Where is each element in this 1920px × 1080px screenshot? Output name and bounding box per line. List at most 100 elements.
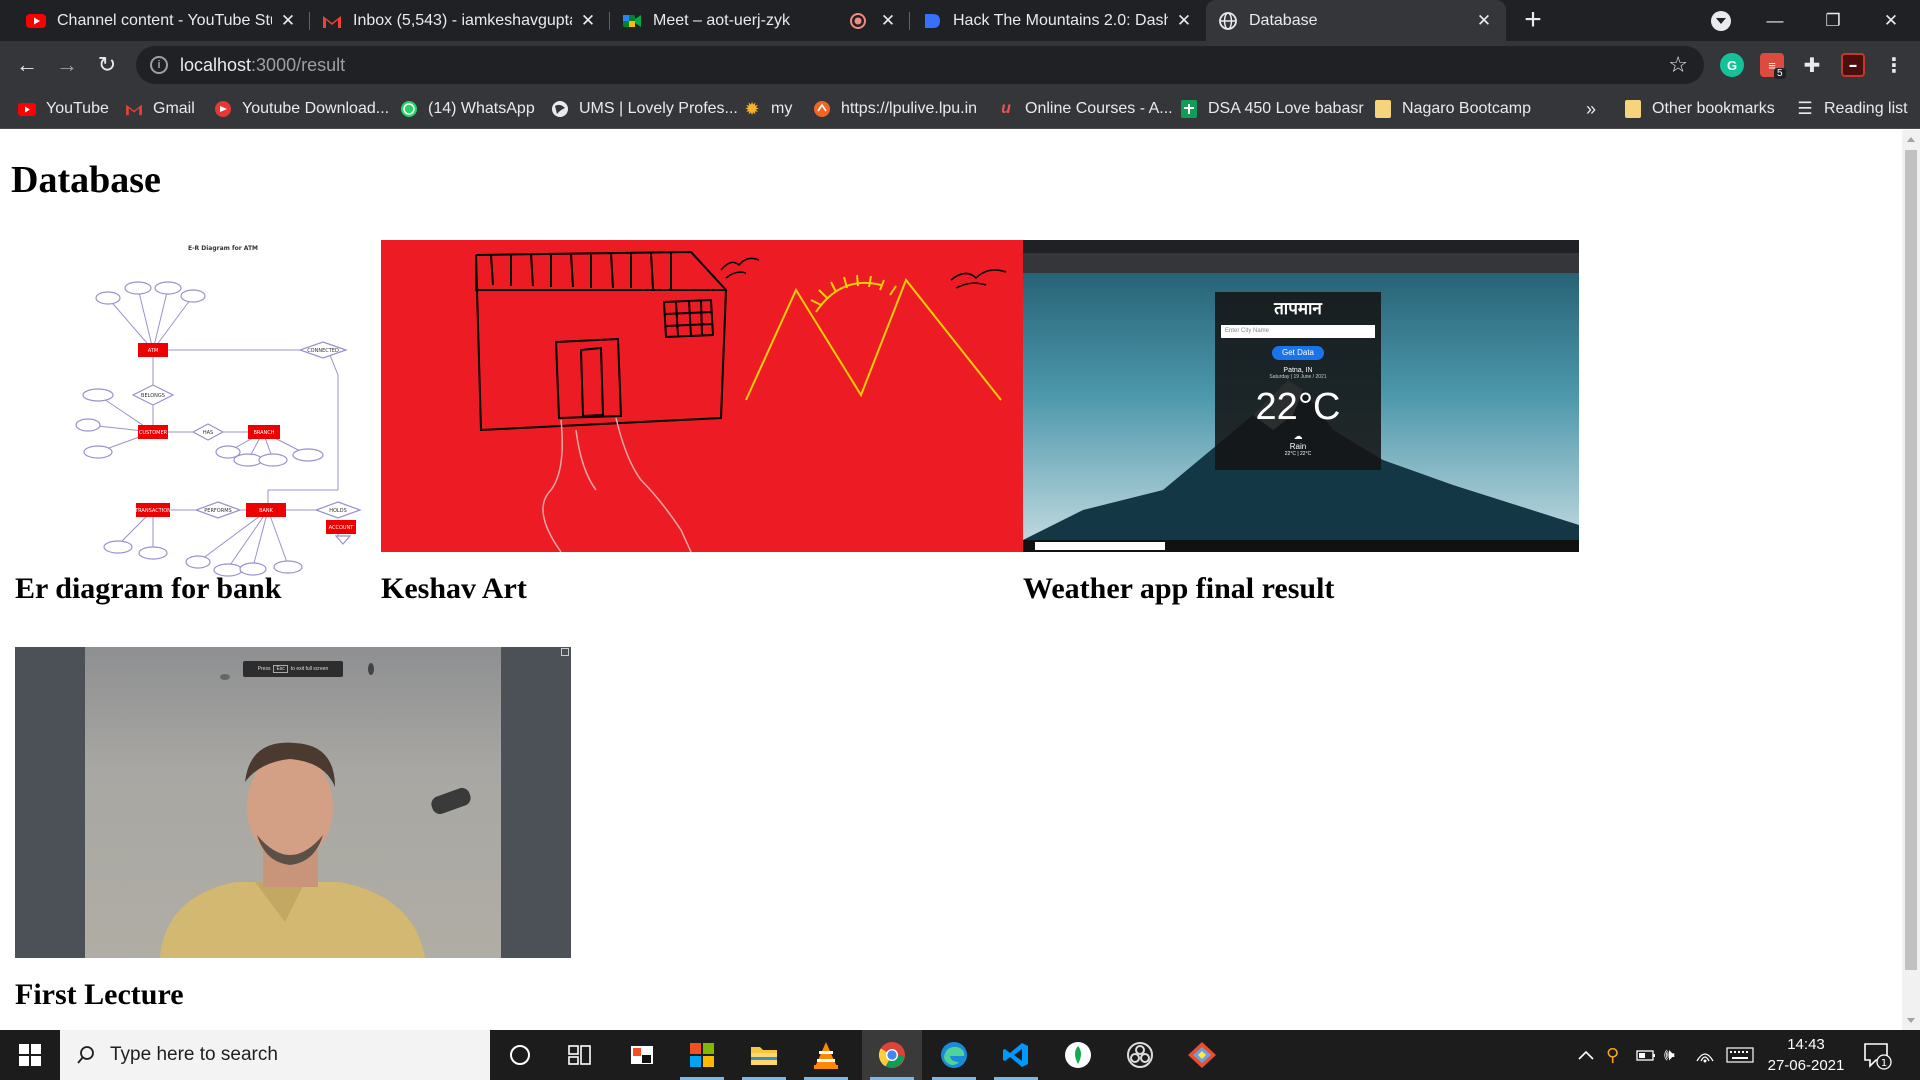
tab-meet[interactable]: Meet – aot-uerj-zyk ✕ [610,0,910,41]
meet-icon [622,11,642,31]
vlc-icon[interactable] [796,1030,856,1080]
bookmark-whatsapp[interactable]: (14) WhatsApp [400,89,535,129]
edge-icon[interactable] [924,1030,984,1080]
gmail-icon [125,100,143,118]
recording-icon [848,11,868,31]
new-tab-button[interactable]: + [1518,5,1548,36]
svg-text:ACCOUNT: ACCOUNT [329,525,355,531]
taskbar-search-input[interactable]: Type here to search [60,1030,490,1080]
whatsapp-icon [400,100,418,118]
page-viewport: Database E-R Diagram for ATM ATM CUSTOME… [0,130,1902,1030]
wifi-icon[interactable] [1696,1030,1714,1080]
get-data-button[interactable]: Get Data [1272,346,1324,360]
folder-icon [1374,100,1392,118]
vscode-icon[interactable] [986,1030,1046,1080]
video-frame: Press Esc to exit full screen [85,647,501,958]
youtube-icon [18,100,36,118]
obs-icon[interactable] [1110,1030,1170,1080]
bookmark-nagaro-bootcamp[interactable]: Nagaro Bootcamp [1374,89,1531,129]
bookmarks-bar: YouTube Gmail Youtube Download... (14) W… [0,89,1920,129]
forward-icon[interactable]: → [51,49,83,81]
close-icon[interactable]: ✕ [878,11,898,31]
task-view-icon[interactable] [550,1030,610,1080]
minimize-icon[interactable]: — [1746,0,1804,41]
tab-hack-the-mountains[interactable]: Hack The Mountains 2.0: Dashboard ✕ [910,0,1206,41]
keyboard-icon[interactable] [1726,1030,1754,1080]
globe-icon [1218,11,1238,31]
close-icon[interactable]: ✕ [1474,11,1494,31]
menu-icon[interactable]: ⋮ [1882,53,1906,77]
weather-card: तापमान Enter City Name Get Data Patna, I… [1215,292,1381,470]
svg-text:BELONGS: BELONGS [141,393,165,399]
other-bookmarks-button[interactable]: Other bookmarks [1624,89,1775,129]
chrome-icon[interactable] [862,1030,922,1080]
weather-location: Patna, IN [1283,367,1313,374]
grammarly-icon[interactable]: G [1720,53,1744,77]
globe-icon [551,100,569,118]
close-icon[interactable]: ✕ [278,11,298,31]
taskbar-clock[interactable]: 14:43 27-06-2021 [1758,1034,1854,1076]
search-tray-icon[interactable]: ⚲ [1606,1030,1619,1080]
bookmark-gmail[interactable]: Gmail [125,89,195,129]
tab-title: Meet – aot-uerj-zyk [653,11,790,29]
bookmark-star-icon[interactable]: ☆ [1668,52,1688,78]
file-explorer-icon[interactable] [734,1030,794,1080]
bookmark-online-courses[interactable]: u Online Courses - A... [997,89,1173,129]
reload-icon[interactable]: ↻ [91,49,123,81]
tab-search-icon[interactable] [1711,11,1731,31]
bookmark-youtube[interactable]: YouTube [18,89,109,129]
keshav-art-image [381,240,1023,552]
download-icon [214,100,232,118]
extension-badge: 5 [1774,68,1786,79]
address-bar[interactable]: i localhost:3000/result ☆ [136,46,1704,84]
folder-icon [1624,100,1642,118]
card-caption: First Lecture [15,978,184,1011]
extensions-icon[interactable]: ✚ [1800,53,1824,77]
notification-center-icon[interactable]: 1 [1862,1040,1892,1070]
windows-taskbar: Type here to search ⚲ 🕪 14:43 27-06-2021… [0,1030,1920,1080]
git-gui-icon[interactable] [1172,1030,1232,1080]
svg-text:BRANCH: BRANCH [253,430,274,436]
bookmark-ums[interactable]: UMS | Lovely Profes... [551,89,738,129]
expand-icon[interactable] [561,648,569,656]
first-lecture-video[interactable]: Press Esc to exit full screen [15,647,571,958]
bookmark-lpulive[interactable]: https://lpulive.lpu.in [813,89,977,129]
close-window-icon[interactable]: ✕ [1862,0,1920,41]
extension-app-icon[interactable]: ▬ [1841,53,1865,77]
scroll-down-icon[interactable] [1907,1018,1915,1023]
back-icon[interactable]: ← [11,49,43,81]
mongodb-compass-icon[interactable] [1048,1030,1108,1080]
close-icon[interactable]: ✕ [1174,11,1194,31]
er-diagram-image: E-R Diagram for ATM ATM CUSTOMER BRANCH … [68,240,378,682]
microsoft-store-icon[interactable] [672,1030,732,1080]
scrollbar-thumb[interactable] [1905,150,1917,970]
scroll-up-icon[interactable] [1907,137,1915,142]
restore-icon[interactable]: ❐ [1804,0,1862,41]
cortana-icon[interactable] [490,1030,550,1080]
tab-gmail[interactable]: Inbox (5,543) - iamkeshavgupta2 ✕ [310,0,610,41]
reading-list-button[interactable]: ☰ Reading list [1796,89,1907,129]
tab-database[interactable]: Database ✕ [1206,0,1506,41]
bookmarks-overflow-button[interactable]: » [1586,89,1596,129]
gmail-icon [322,11,342,31]
devfolio-icon [922,11,942,31]
bookmark-my[interactable]: ✹ my [743,89,792,129]
tab-title: Hack The Mountains 2.0: Dashboard [953,11,1168,29]
start-button[interactable] [0,1030,60,1080]
udemy-icon: u [1001,100,1011,117]
fullscreen-banner: Press Esc to exit full screen [243,661,343,677]
tab-youtube-studio[interactable]: Channel content - YouTube Studio ✕ [14,0,310,41]
volume-icon[interactable]: 🕪 [1664,1030,1675,1080]
tray-overflow-icon[interactable] [1578,1030,1594,1080]
svg-text:CUSTOMER: CUSTOMER [139,430,168,436]
city-input[interactable]: Enter City Name [1221,325,1375,338]
battery-icon[interactable] [1636,1030,1656,1080]
svg-text:HAS: HAS [203,430,213,436]
site-info-icon[interactable]: i [150,56,168,74]
ms-teams-icon[interactable] [612,1030,672,1080]
page-title: Database [11,159,161,201]
bookmark-youtube-download[interactable]: Youtube Download... [214,89,389,129]
close-icon[interactable]: ✕ [578,11,598,31]
bookmark-dsa-450[interactable]: DSA 450 Love babasr [1180,89,1364,129]
page-scrollbar[interactable] [1902,130,1920,1030]
